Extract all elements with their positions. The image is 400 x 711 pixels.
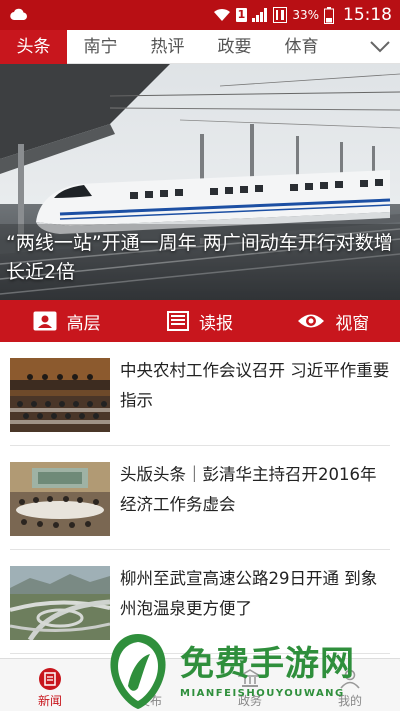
channel-tab-bar: 头条 南宁 热评 政要 体育 bbox=[0, 30, 400, 64]
quick-link-leaders[interactable]: 高层 bbox=[0, 300, 133, 342]
newspaper-icon bbox=[166, 311, 189, 331]
quick-link-window-label: 视窗 bbox=[335, 313, 370, 334]
clock: 15:18 bbox=[343, 5, 392, 25]
tab-headlines[interactable]: 头条 bbox=[0, 30, 67, 64]
tab-sports[interactable]: 体育 bbox=[268, 30, 335, 64]
nav-news[interactable]: 新闻 bbox=[0, 659, 100, 711]
list-item[interactable]: 中央农村工作会议召开 习近平作重要指示 bbox=[10, 342, 390, 446]
news-thumbnail bbox=[10, 462, 110, 536]
site-watermark: 免费手游网 MIANFEISHOUYOUWANG bbox=[102, 632, 398, 711]
tab-commentary[interactable]: 热评 bbox=[134, 30, 201, 64]
quick-link-bar: 高层 读报 视窗 bbox=[0, 300, 400, 342]
news-title: 头版头条｜彭清华主持召开2016年经济工作务虚会 bbox=[120, 465, 377, 514]
news-thumbnail bbox=[10, 566, 110, 640]
news-title: 中央农村工作会议召开 习近平作重要指示 bbox=[120, 361, 390, 410]
quick-link-newspaper[interactable]: 读报 bbox=[133, 300, 266, 342]
status-bar: 1 33% 15:18 bbox=[0, 0, 400, 30]
chevron-down-icon[interactable] bbox=[368, 36, 392, 58]
news-thumbnail bbox=[10, 358, 110, 432]
news-title: 柳州至武宣高速公路29日开通 到象州泡温泉更方便了 bbox=[120, 569, 378, 618]
battery-icon bbox=[324, 6, 334, 24]
hero-banner[interactable]: “两线一站”开通一周年 两广间动车开行对数增长近2倍 bbox=[0, 64, 400, 300]
quick-link-window[interactable]: 视窗 bbox=[267, 300, 400, 342]
tab-nanning[interactable]: 南宁 bbox=[67, 30, 134, 64]
wifi-icon bbox=[213, 8, 230, 21]
watermark-logo-icon bbox=[110, 634, 166, 709]
nav-news-label: 新闻 bbox=[37, 694, 62, 708]
signal-icon bbox=[252, 8, 268, 22]
battery-percent: 33% bbox=[292, 8, 319, 22]
quick-link-leaders-label: 高层 bbox=[66, 313, 101, 334]
sim-badge: 1 bbox=[235, 8, 248, 22]
quick-link-newspaper-label: 读报 bbox=[198, 313, 233, 334]
cloud-icon bbox=[10, 8, 27, 21]
leader-icon bbox=[33, 311, 57, 331]
hd-icon bbox=[273, 7, 288, 23]
watermark-subtitle: MIANFEISHOUYOUWANG bbox=[180, 688, 345, 699]
tab-politics[interactable]: 政要 bbox=[201, 30, 268, 64]
hero-caption: “两线一站”开通一周年 两广间动车开行对数增长近2倍 bbox=[6, 232, 393, 283]
watermark-title: 免费手游网 bbox=[180, 644, 355, 684]
eye-icon bbox=[298, 314, 325, 328]
list-item[interactable]: 头版头条｜彭清华主持召开2016年经济工作务虚会 bbox=[10, 446, 390, 550]
news-icon bbox=[39, 668, 61, 690]
